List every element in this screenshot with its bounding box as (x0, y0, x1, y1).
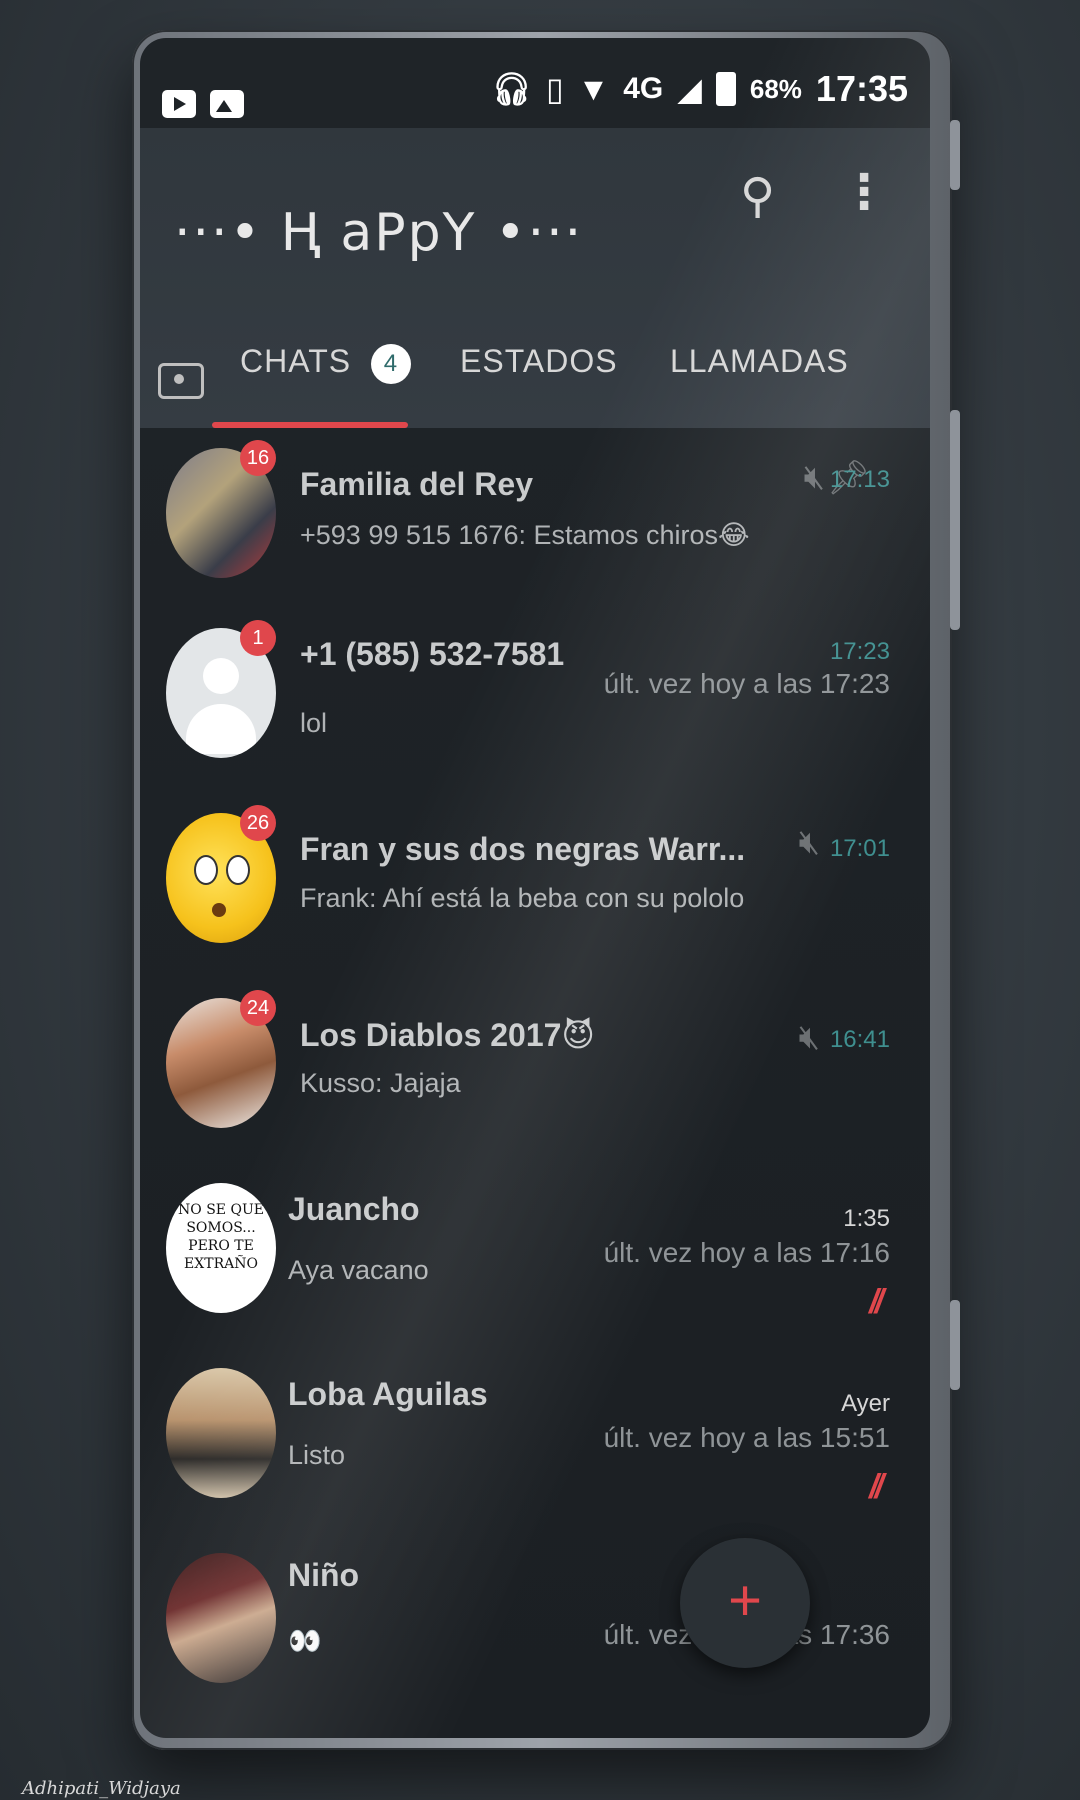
avatar (166, 1553, 276, 1683)
last-seen: últ. vez hoy a las 17:23 (603, 668, 890, 699)
battery-percent: 68% (749, 73, 802, 104)
chat-last-message: Frank: Ahí está la beba con su pololo (300, 883, 745, 913)
chat-row-los-diablos[interactable]: 24 Los Diablos 2017😈 Kusso: Jajaja 🔇︎ 16… (140, 978, 930, 1158)
signal-icon: ◢ (677, 71, 702, 107)
chat-name: Juancho (288, 1191, 420, 1227)
chat-time: 17:23 (829, 638, 890, 665)
chat-name: Los Diablos 2017😈 (300, 1017, 595, 1053)
new-chat-fab[interactable]: + (680, 1538, 810, 1668)
avatar-text: NO SE QUE SOMOS... PERO TE EXTRAÑO (178, 1202, 264, 1272)
chat-row-juancho[interactable]: NO SE QUE SOMOS... PERO TE EXTRAÑO Juanc… (140, 1163, 930, 1343)
clock: 17:35 (815, 68, 908, 109)
gallery-notification-icon (210, 90, 244, 118)
avatar (166, 1368, 276, 1498)
chat-last-message: Aya vacano (288, 1255, 429, 1285)
chat-row-nino[interactable]: Niño 👀 últ. vez hoy a las 17:36 (140, 1533, 930, 1713)
avatar: NO SE QUE SOMOS... PERO TE EXTRAÑO (166, 1183, 276, 1313)
app-header: ···• Ⱨ aPpY •··· ⚲ ⋮ CHATS 4 ESTADOS LLA… (140, 128, 930, 428)
chat-last-message: Listo (288, 1440, 346, 1470)
mute-icon: 🔇︎ (798, 823, 820, 861)
status-bar: 🎧︎ ▯ ▼ 4G ◢ 68% 17:35 (140, 38, 930, 128)
chat-name: Loba Aguilas (288, 1376, 488, 1412)
app-title: ···• Ⱨ aPpY •··· (174, 203, 584, 263)
chat-last-message: +593 99 515 1676: Estamos chiros😂 (300, 520, 750, 550)
unread-badge: 16 (240, 440, 276, 476)
chat-row-loba-aguilas[interactable]: Loba Aguilas Listo Ayer últ. vez hoy a l… (140, 1348, 930, 1528)
unread-badge: 1 (240, 620, 276, 656)
tab-bar: CHATS 4 ESTADOS LLAMADAS (140, 323, 930, 428)
chat-name: Niño (288, 1557, 360, 1593)
camera-button (950, 1300, 960, 1390)
chat-time: 17:01 (829, 835, 890, 862)
chat-last-message: lol (300, 708, 328, 738)
headphones-icon: 🎧︎ (491, 71, 532, 107)
tab-chats[interactable]: CHATS 4 (240, 343, 411, 384)
chat-time: 17:13 (829, 466, 890, 493)
chat-row-fran-y-sus[interactable]: 26 Fran y sus dos negras Warr... Frank: … (140, 793, 930, 973)
overflow-menu-icon[interactable]: ⋮ (840, 164, 888, 220)
chat-name: +1 (585) 532-7581 (300, 636, 565, 672)
signature: Adhipati_Widjaya (22, 1778, 181, 1799)
read-ticks-icon: // (869, 1283, 884, 1321)
chat-time: 16:41 (829, 1026, 890, 1053)
tab-chats-label: CHATS (240, 343, 352, 379)
chat-time: 1:35 (843, 1205, 890, 1232)
volume-button (950, 410, 960, 630)
chat-name: Fran y sus dos negras Warr... (300, 831, 746, 867)
read-ticks-icon: // (869, 1468, 884, 1506)
youtube-notification-icon (162, 90, 196, 118)
tab-llamadas[interactable]: LLAMADAS (670, 343, 849, 380)
unread-badge: 26 (240, 805, 276, 841)
wifi-icon: ▼ (577, 70, 610, 107)
chat-row-phone-number[interactable]: 1 +1 (585) 532-7581 lol 17:23 últ. vez h… (140, 608, 930, 788)
network-type: 4G (623, 72, 664, 105)
power-button (950, 120, 960, 190)
mute-icon: 🔇︎ (803, 458, 825, 496)
chat-name: Familia del Rey (300, 466, 533, 502)
vibrate-icon: ▯ (545, 71, 564, 107)
chat-last-message: Kusso: Jajaja (300, 1068, 461, 1098)
unread-badge: 24 (240, 990, 276, 1026)
tab-estados[interactable]: ESTADOS (460, 343, 618, 380)
chat-last-message: 👀 (288, 1626, 322, 1656)
last-seen: últ. vez hoy a las 17:16 (603, 1237, 890, 1268)
mute-icon: 🔇︎ (798, 1018, 820, 1056)
chats-count-badge: 4 (370, 343, 411, 384)
chat-row-familia-del-rey[interactable]: 16 Familia del Rey +593 99 515 1676: Est… (140, 428, 930, 608)
battery-icon (715, 72, 736, 106)
chat-time: Ayer (841, 1390, 890, 1417)
phone-screen: 🎧︎ ▯ ▼ 4G ◢ 68% 17:35 ···• Ⱨ aPpY •··· ⚲… (140, 38, 930, 1738)
search-icon[interactable]: ⚲ (740, 168, 775, 224)
camera-icon[interactable] (158, 363, 204, 399)
last-seen: últ. vez hoy a las 15:51 (603, 1422, 890, 1453)
